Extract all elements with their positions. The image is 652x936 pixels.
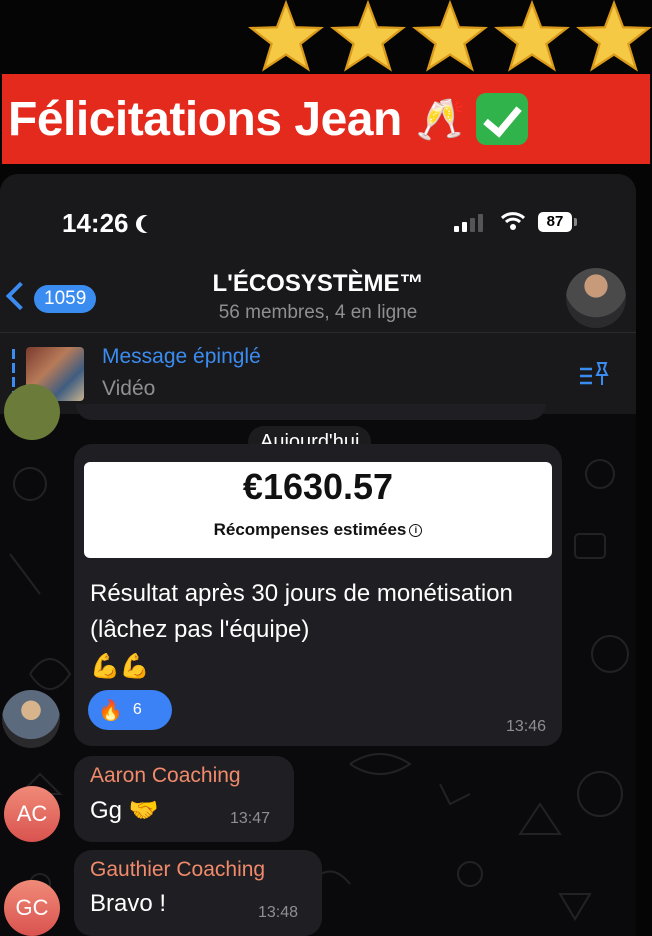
message-time: 13:48: [258, 904, 299, 921]
previous-sender-avatar[interactable]: [4, 384, 60, 440]
star-icon: [330, 0, 406, 72]
banner-title: Félicitations Jean: [8, 92, 402, 146]
star-icon: [576, 0, 652, 72]
wifi-icon: [500, 212, 526, 230]
sender-avatar[interactable]: [2, 690, 60, 748]
earnings-amount: €1630.57: [242, 466, 394, 507]
pinned-title: Message épinglé: [102, 345, 261, 368]
earnings-screenshot: €1630.57 Récompenses estimées i: [84, 462, 552, 558]
phone-screenshot: 14:26 87 1059 L'ÉCOSYSTÈME™ 56 membres, …: [0, 174, 636, 936]
check-mark-icon: [475, 93, 528, 145]
rating-stars: [248, 0, 652, 72]
earnings-message-bubble[interactable]: €1630.57 Récompenses estimées i Résultat …: [74, 444, 562, 746]
status-time: 14:26: [62, 208, 159, 239]
congrats-banner: Félicitations Jean 🥂: [2, 74, 650, 164]
reaction-count: 6: [132, 701, 142, 718]
earnings-label: Récompenses estimées i: [84, 520, 552, 540]
moon-icon: [141, 215, 159, 233]
chat-member-count: 56 membres, 4 en ligne: [218, 302, 418, 323]
avatar-aaron[interactable]: AC: [4, 786, 60, 842]
pinned-subtitle: Vidéo: [102, 377, 156, 400]
sender-name[interactable]: Aaron Coaching: [90, 764, 241, 788]
star-icon: [494, 0, 570, 72]
fire-reaction[interactable]: 🔥 6: [88, 690, 172, 730]
message-time: 13:47: [230, 810, 271, 827]
battery-icon: 87: [538, 212, 572, 232]
fire-icon: 🔥: [98, 698, 123, 722]
message-text: Gg 🤝: [90, 797, 159, 824]
signal-icon: [454, 214, 483, 232]
group-avatar[interactable]: [566, 268, 626, 328]
battery-tip: [574, 218, 577, 226]
star-icon: [248, 0, 324, 72]
flexed-biceps-emoji: 💪💪: [90, 652, 150, 680]
chat-title[interactable]: L'ÉCOSYSTÈME™: [0, 270, 636, 298]
previous-message-bubble[interactable]: [76, 404, 546, 420]
pinned-list-icon[interactable]: [578, 359, 610, 389]
champagne-icon: 🥂: [415, 96, 466, 143]
chat-header-area: 14:26 87 1059 L'ÉCOSYSTÈME™ 56 membres, …: [0, 174, 636, 414]
message-bubble-gauthier[interactable]: Gauthier Coaching Bravo ! 13:48: [74, 850, 322, 936]
star-icon: [412, 0, 488, 72]
message-text: Bravo !: [90, 890, 167, 917]
message-text: Résultat après 30 jours de monétisation …: [90, 576, 540, 684]
info-icon: i: [409, 524, 423, 538]
message-bubble-aaron[interactable]: Aaron Coaching Gg 🤝 13:47: [74, 756, 294, 842]
message-time: 13:46: [505, 718, 546, 735]
pinned-message-bar[interactable]: Message épinglé Vidéo: [0, 332, 636, 415]
sender-name[interactable]: Gauthier Coaching: [90, 858, 265, 882]
chat-area[interactable]: Aujourd'hui €1630.57 Récompenses estimée…: [0, 384, 636, 936]
avatar-gauthier[interactable]: GC: [4, 880, 60, 936]
